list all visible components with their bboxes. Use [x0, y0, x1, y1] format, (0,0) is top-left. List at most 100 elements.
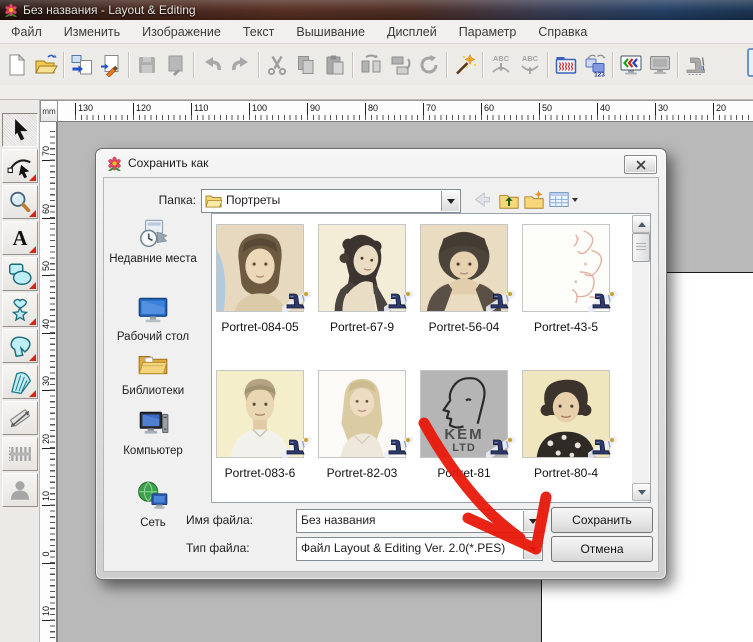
file-item[interactable]: Portret-56-04: [416, 224, 512, 334]
file-item[interactable]: Portret-43-5: [518, 224, 614, 334]
file-thumbnail[interactable]: KEMLTD: [420, 370, 508, 458]
text-tool-tool-button[interactable]: [2, 221, 38, 255]
place-item-network[interactable]: Сеть: [106, 479, 200, 530]
file-list[interactable]: Portret-084-05Portret-67-9Portret-56-04P…: [211, 213, 651, 503]
up-one-level-button[interactable]: [497, 188, 521, 212]
file-name-label: Portret-43-5: [518, 320, 614, 334]
up-folder-icon: [498, 189, 520, 211]
wizard-import-button[interactable]: [67, 50, 96, 79]
ruler-tick: [42, 218, 55, 219]
file-item[interactable]: Portret-083-6: [212, 370, 308, 480]
filetype-value: Файл Layout & Editing Ver. 2.0(*.PES): [301, 541, 522, 555]
menu-item-дисплей[interactable]: Дисплей: [376, 21, 448, 43]
scroll-down-button[interactable]: [632, 483, 651, 501]
magic-wand-button[interactable]: [450, 50, 479, 79]
ruler-tick-label: 30: [658, 103, 668, 113]
dialog-close-button[interactable]: [624, 155, 657, 174]
new-folder-button[interactable]: [522, 188, 546, 212]
back-button[interactable]: [470, 188, 494, 212]
dialog-title: Сохранить как: [128, 156, 208, 170]
menu-item-файл[interactable]: Файл: [0, 21, 53, 43]
ruler-tick-label: 90: [310, 103, 320, 113]
file-item[interactable]: Portret-67-9: [314, 224, 410, 334]
sewing-machine-badge-icon: [282, 289, 312, 313]
horizontal-ruler: 1301201101009080706050403020: [57, 100, 753, 122]
measure-icon: [7, 405, 33, 431]
filename-dropdown-button[interactable]: [523, 511, 541, 531]
file-thumbnail[interactable]: [522, 370, 610, 458]
zoom-tool-button[interactable]: [2, 185, 38, 219]
file-item[interactable]: Portret-80-4: [518, 370, 614, 480]
sew-order-button[interactable]: [580, 50, 609, 79]
app-window: Без названия - Layout & Editing ФайлИзме…: [0, 0, 753, 642]
toolbar-substrip: [0, 85, 753, 100]
cancel-button[interactable]: Отмена: [551, 536, 653, 562]
ruler-tick-label: 110: [194, 103, 208, 113]
free-shape-tool-button[interactable]: [2, 329, 38, 363]
view-menu-icon: [548, 189, 570, 211]
place-item-desktop[interactable]: Рабочий стол: [106, 293, 200, 344]
open-button[interactable]: [31, 50, 60, 79]
dialog-title-bar[interactable]: Сохранить как: [96, 149, 666, 177]
ruler-tick: [42, 505, 55, 506]
file-item[interactable]: Portret-82-03: [314, 370, 410, 480]
menu-item-текст[interactable]: Текст: [232, 21, 285, 43]
view-menu-button[interactable]: [547, 188, 579, 212]
place-item-libraries[interactable]: Библиотеки: [106, 347, 200, 398]
text-tool-icon: [7, 225, 33, 251]
menu-item-вышивание[interactable]: Вышивание: [285, 21, 376, 43]
ruler-tick: [423, 103, 424, 119]
realistic-preview-button[interactable]: [616, 50, 645, 79]
folder-combobox-value: Портреты: [226, 193, 440, 207]
desktop-icon: [136, 293, 170, 327]
sewing-machine-badge-icon: [486, 289, 516, 313]
point-edit-tool-button[interactable]: [2, 149, 38, 183]
fan-shape-tool-button[interactable]: [2, 365, 38, 399]
file-thumbnail[interactable]: [216, 370, 304, 458]
new-button[interactable]: [2, 50, 31, 79]
select-arrow-tool-button[interactable]: [2, 113, 38, 147]
file-thumbnail[interactable]: [216, 224, 304, 312]
menu-item-параметр[interactable]: Параметр: [448, 21, 528, 43]
basic-shapes-tool-button[interactable]: [2, 257, 38, 291]
sewing-machine-badge-icon: [588, 289, 618, 313]
menu-item-справка[interactable]: Справка: [527, 21, 598, 43]
filename-combobox[interactable]: Без названия: [296, 509, 543, 533]
stitch-attr-tool-button[interactable]: [2, 437, 38, 471]
scroll-up-button[interactable]: [632, 215, 651, 233]
folder-combobox[interactable]: Портреты: [201, 189, 461, 213]
scrollbar[interactable]: [632, 215, 649, 501]
folder-dropdown-button[interactable]: [441, 191, 459, 211]
measure-tool-button[interactable]: [2, 401, 38, 435]
filetype-dropdown-button[interactable]: [523, 539, 541, 559]
thread-chart-button[interactable]: [551, 50, 580, 79]
copy-button: [291, 50, 320, 79]
realistic-preview-icon: [619, 53, 643, 77]
file-thumbnail[interactable]: [420, 224, 508, 312]
photo-stitch-tool-button[interactable]: [2, 473, 38, 507]
file-thumbnail[interactable]: [318, 224, 406, 312]
place-item-computer[interactable]: Компьютер: [106, 407, 200, 458]
sewing-machine-badge-icon: [282, 435, 312, 459]
file-thumbnail[interactable]: [522, 224, 610, 312]
filetype-combobox[interactable]: Файл Layout & Editing Ver. 2.0(*.PES): [296, 537, 543, 561]
toolbar-separator: [446, 52, 447, 78]
place-item-recent-places[interactable]: Недавние места: [106, 215, 200, 266]
menu-item-изображение[interactable]: Изображение: [131, 21, 232, 43]
ruler-tick-label: 10: [41, 488, 51, 504]
menu-item-изменить[interactable]: Изменить: [53, 21, 131, 43]
scrollbar-thumb[interactable]: [632, 233, 650, 262]
ruler-tick: [42, 563, 55, 564]
flip-h-button: [356, 50, 385, 79]
file-thumbnail[interactable]: [318, 370, 406, 458]
save-icon: [135, 53, 159, 77]
save-button[interactable]: Сохранить: [551, 507, 653, 533]
wizard-import-icon: [70, 53, 94, 77]
fancy-shapes-tool-button[interactable]: [2, 293, 38, 327]
image-to-stitch-button[interactable]: [96, 50, 125, 79]
paste-button: [320, 50, 349, 79]
ruler-tick: [42, 620, 55, 621]
file-item[interactable]: KEMLTDPortret-81: [416, 370, 512, 480]
file-item[interactable]: Portret-084-05: [212, 224, 308, 334]
file-name-label: Portret-083-6: [212, 466, 308, 480]
